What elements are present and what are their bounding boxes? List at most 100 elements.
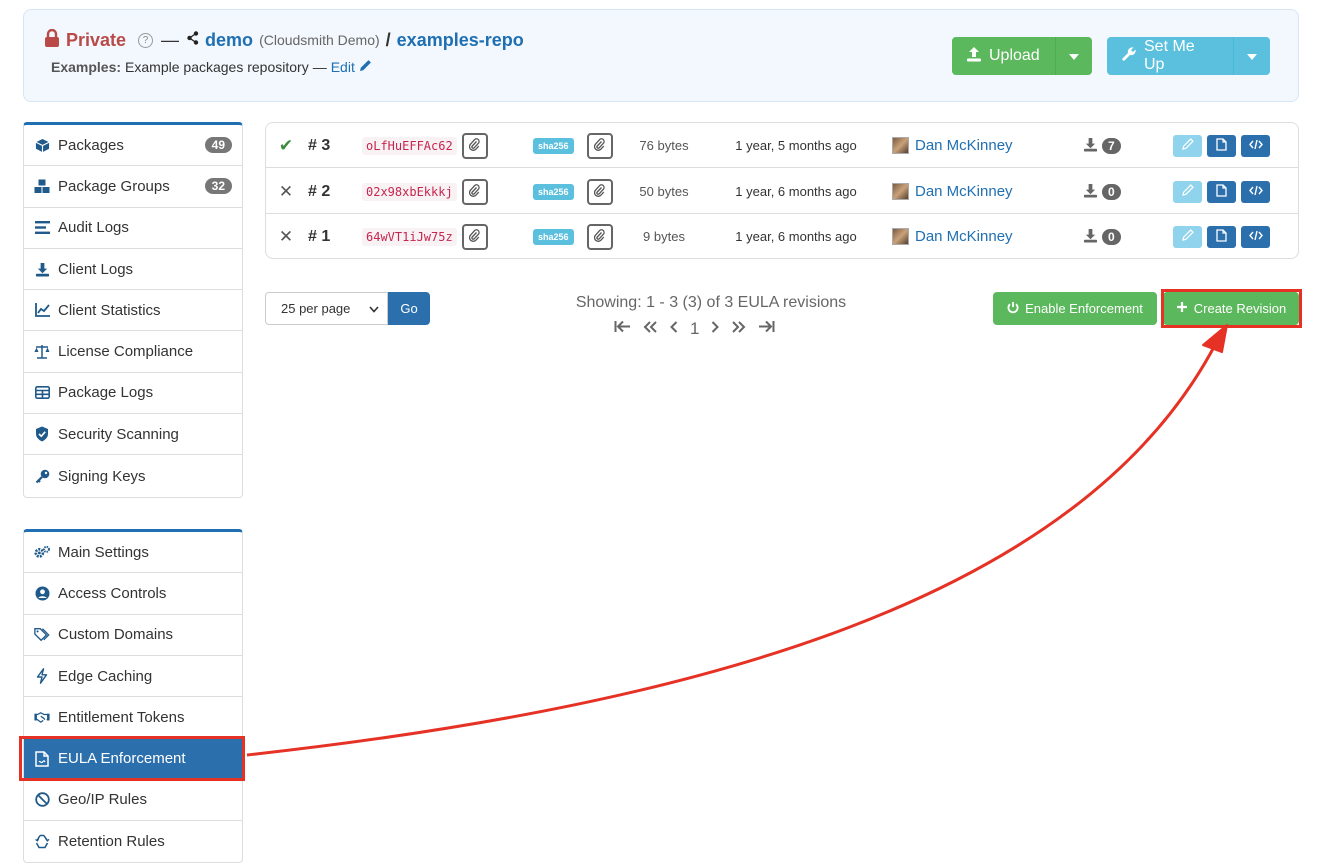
- paperclip-icon: [469, 183, 480, 200]
- next-ten-pages-icon[interactable]: [731, 320, 746, 338]
- upload-dropdown-toggle[interactable]: [1056, 37, 1092, 75]
- copy-hash-button[interactable]: [461, 178, 488, 205]
- revision-time: 1 year, 5 months ago: [735, 138, 857, 153]
- edit-revision-button[interactable]: [1173, 134, 1202, 157]
- revision-hash: 64wVT1iJw75z: [362, 227, 457, 246]
- edit-revision-button[interactable]: [1173, 180, 1202, 203]
- set-me-up-button[interactable]: Set Me Up: [1107, 37, 1234, 75]
- copy-sha-button[interactable]: [586, 178, 613, 205]
- download-count-badge: 0: [1102, 228, 1121, 245]
- create-revision-button[interactable]: Create Revision: [1163, 292, 1299, 325]
- paperclip-icon: [469, 137, 480, 154]
- file-contract-icon: [34, 750, 50, 767]
- caret-down-icon: [1247, 47, 1257, 65]
- per-page-select[interactable]: 25 per page: [265, 292, 388, 325]
- revision-size: 9 bytes: [643, 229, 685, 244]
- sidebar-item-label: Signing Keys: [58, 467, 146, 485]
- download-count-badge: 7: [1102, 137, 1121, 154]
- sidebar-item-signing-keys[interactable]: Signing Keys: [24, 455, 242, 496]
- recycle-icon: [34, 834, 50, 850]
- sidebar-item-label: Package Logs: [58, 384, 154, 402]
- upload-button[interactable]: Upload: [952, 37, 1056, 75]
- copy-sha-button[interactable]: [586, 132, 613, 159]
- go-button[interactable]: Go: [388, 292, 430, 325]
- sha256-label: sha256: [533, 183, 574, 200]
- sidebar-item-edge-caching[interactable]: Edge Caching: [24, 656, 242, 698]
- sidebar-item-client-logs[interactable]: Client Logs: [24, 249, 242, 291]
- sha256-label: sha256: [533, 228, 574, 245]
- pagination: 1: [614, 318, 775, 340]
- sha-cell: sha256: [533, 169, 613, 214]
- downloads-cell: 7: [1083, 123, 1121, 168]
- user-link[interactable]: Dan McKinney: [915, 228, 1013, 245]
- view-source-button[interactable]: [1241, 225, 1270, 248]
- sidebar-item-label: Package Groups: [58, 177, 170, 195]
- help-icon[interactable]: ?: [138, 32, 154, 48]
- code-icon: [1248, 229, 1263, 244]
- user-link[interactable]: Dan McKinney: [915, 137, 1013, 154]
- enable-enforcement-button[interactable]: Enable Enforcement: [993, 292, 1157, 325]
- copy-hash-button[interactable]: [461, 132, 488, 159]
- sidebar-item-label: Entitlement Tokens: [58, 708, 185, 726]
- view-source-button[interactable]: [1241, 180, 1270, 203]
- wrench-icon: [1121, 46, 1137, 67]
- set-me-up-split-button: Set Me Up: [1107, 37, 1270, 75]
- sidebar-item-license-compliance[interactable]: License Compliance: [24, 331, 242, 373]
- package-groups-count-badge: 32: [204, 178, 232, 195]
- view-document-button[interactable]: [1207, 180, 1236, 203]
- download-icon: [1083, 228, 1098, 246]
- org-link[interactable]: demo: [205, 30, 253, 51]
- sha256-label: sha256: [533, 137, 574, 154]
- status-inactive-icon: ✕: [278, 226, 294, 246]
- view-document-button[interactable]: [1207, 225, 1236, 248]
- sidebar-item-audit-logs[interactable]: Audit Logs: [24, 208, 242, 249]
- set-me-up-dropdown-toggle[interactable]: [1234, 37, 1270, 75]
- downloads-cell: 0: [1083, 169, 1121, 214]
- key-icon: [34, 468, 50, 484]
- status-inactive-icon: ✕: [278, 181, 294, 201]
- user-link[interactable]: Dan McKinney: [915, 183, 1013, 200]
- sidebar-item-eula-enforcement[interactable]: EULA Enforcement: [24, 738, 242, 780]
- sidebar-item-packages[interactable]: Packages 49: [24, 125, 242, 167]
- status-active-icon: ✔: [278, 135, 294, 155]
- upload-split-button: Upload: [952, 37, 1092, 75]
- plus-icon: [1176, 301, 1188, 316]
- avatar: [892, 183, 909, 200]
- sidebar-item-custom-domains[interactable]: Custom Domains: [24, 615, 242, 656]
- sidebar-item-package-logs[interactable]: Package Logs: [24, 373, 242, 415]
- eula-revisions-table: ✔ # 3 oLfHuEFFAc62 sha256 76 bytes 1 yea…: [265, 122, 1299, 259]
- view-source-button[interactable]: [1241, 134, 1270, 157]
- copy-sha-button[interactable]: [586, 223, 613, 250]
- boxes-icon: [34, 178, 50, 194]
- sidebar-item-entitlement-tokens[interactable]: Entitlement Tokens: [24, 697, 242, 739]
- view-document-button[interactable]: [1207, 134, 1236, 157]
- edit-revision-button[interactable]: [1173, 225, 1202, 248]
- next-page-icon[interactable]: [711, 320, 720, 338]
- sidebar-item-security-scanning[interactable]: Security Scanning: [24, 414, 242, 456]
- sidebar-item-main-settings[interactable]: Main Settings: [24, 532, 242, 574]
- sidebar-item-label: Client Statistics: [58, 301, 161, 319]
- description-text: Example packages repository: [125, 59, 309, 75]
- sidebar-item-access-controls[interactable]: Access Controls: [24, 573, 242, 615]
- caret-down-icon: [1069, 47, 1079, 65]
- row-actions: [1173, 123, 1270, 168]
- previous-page-icon[interactable]: [670, 320, 678, 338]
- first-page-icon[interactable]: [614, 320, 631, 338]
- sidebar-item-client-statistics[interactable]: Client Statistics: [24, 290, 242, 332]
- sidebar-item-retention-rules[interactable]: Retention Rules: [24, 821, 242, 862]
- pencil-icon: [1181, 229, 1194, 244]
- revision-user-cell: Dan McKinney: [892, 214, 1013, 258]
- sidebar-item-package-groups[interactable]: Package Groups 32: [24, 166, 242, 208]
- edit-description-link[interactable]: Edit: [331, 59, 372, 75]
- last-page-icon[interactable]: [758, 320, 775, 338]
- revision-hash: oLfHuEFFAc62: [362, 136, 457, 155]
- revision-user-cell: Dan McKinney: [892, 123, 1013, 168]
- repo-link[interactable]: examples-repo: [397, 30, 524, 51]
- upload-label: Upload: [989, 47, 1040, 64]
- pencil-icon: [1181, 184, 1194, 199]
- paperclip-icon: [469, 228, 480, 245]
- title-slash: /: [385, 29, 391, 50]
- previous-ten-pages-icon[interactable]: [643, 320, 658, 338]
- copy-hash-button[interactable]: [461, 223, 488, 250]
- sidebar-item-geo-ip-rules[interactable]: Geo/IP Rules: [24, 780, 242, 822]
